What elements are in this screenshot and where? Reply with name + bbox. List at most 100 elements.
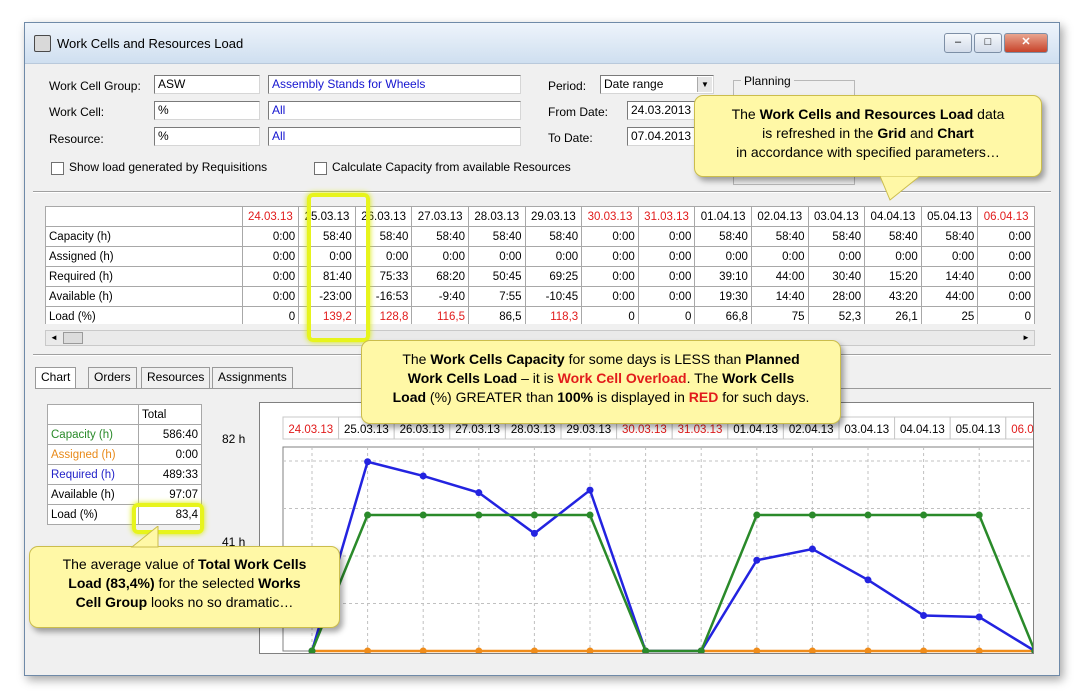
grid-cell[interactable]: 58:40 bbox=[807, 226, 866, 247]
grid-date-header[interactable]: 30.03.13 bbox=[581, 206, 639, 227]
grid-cell[interactable]: 28:00 bbox=[807, 286, 866, 307]
grid-cell[interactable]: 75 bbox=[750, 306, 809, 324]
grid-cell[interactable]: 0 bbox=[637, 306, 696, 324]
grid-cell[interactable]: 50:45 bbox=[467, 266, 526, 287]
period-select[interactable]: Date range ▼ bbox=[600, 75, 714, 94]
grid-cell[interactable]: 118,3 bbox=[524, 306, 583, 324]
grid-cell[interactable]: 0 bbox=[581, 306, 639, 324]
grid-date-header[interactable]: 06.04.13 bbox=[977, 206, 1035, 227]
grid-cell[interactable]: 0:00 bbox=[581, 266, 639, 287]
grid-cell[interactable]: 66,8 bbox=[694, 306, 752, 324]
grid-cell[interactable]: 0:00 bbox=[920, 246, 979, 267]
grid-cell[interactable]: 26,1 bbox=[864, 306, 922, 324]
chart-date-label: 05.04.13 bbox=[956, 424, 1001, 436]
scroll-thumb[interactable] bbox=[63, 332, 83, 344]
show-requisitions-checkbox[interactable] bbox=[51, 162, 64, 175]
to-date-field[interactable]: 07.04.2013 bbox=[627, 127, 699, 146]
grid-cell[interactable]: 0:00 bbox=[864, 246, 922, 267]
grid-cell[interactable]: 58:40 bbox=[920, 226, 979, 247]
grid-cell[interactable]: 19:30 bbox=[694, 286, 752, 307]
callout-average: The average value of Total Work Cells Lo… bbox=[29, 546, 340, 628]
grid-cell[interactable]: 58:40 bbox=[694, 226, 752, 247]
grid-cell[interactable]: 44:00 bbox=[920, 286, 979, 307]
grid-cell[interactable]: 0:00 bbox=[807, 246, 866, 267]
grid-cell[interactable]: 116,5 bbox=[411, 306, 469, 324]
work-cell-name-field[interactable]: All bbox=[268, 101, 521, 120]
grid-date-header[interactable]: 24.03.13 bbox=[241, 206, 300, 227]
grid-cell[interactable]: 58:40 bbox=[864, 226, 922, 247]
from-date-field[interactable]: 24.03.2013 bbox=[627, 101, 699, 120]
grid-cell[interactable]: 86,5 bbox=[467, 306, 526, 324]
grid-cell[interactable]: 0:00 bbox=[241, 246, 300, 267]
grid-cell[interactable]: 15:20 bbox=[864, 266, 922, 287]
grid-cell[interactable]: 0:00 bbox=[637, 246, 696, 267]
calc-capacity-checkbox[interactable] bbox=[314, 162, 327, 175]
grid-cell[interactable]: 0:00 bbox=[241, 226, 300, 247]
grid-cell[interactable]: 0:00 bbox=[977, 246, 1035, 267]
tab-resources[interactable]: Resources bbox=[141, 367, 211, 388]
grid-cell[interactable]: 0:00 bbox=[977, 226, 1035, 247]
grid-cell[interactable]: 0:00 bbox=[241, 286, 300, 307]
grid-cell[interactable]: 58:40 bbox=[750, 226, 809, 247]
grid-date-header[interactable]: 31.03.13 bbox=[637, 206, 696, 227]
grid-cell[interactable]: 0:00 bbox=[241, 266, 300, 287]
grid-cell[interactable]: 30:40 bbox=[807, 266, 866, 287]
grid-cell[interactable]: 0:00 bbox=[977, 266, 1035, 287]
grid-cell[interactable]: 0:00 bbox=[581, 286, 639, 307]
work-cell-code-field[interactable]: % bbox=[154, 101, 260, 120]
grid-cell[interactable]: 0 bbox=[241, 306, 300, 324]
grid-cell[interactable]: 58:40 bbox=[411, 226, 469, 247]
grid-cell[interactable]: 7:55 bbox=[467, 286, 526, 307]
grid-cell[interactable]: -9:40 bbox=[411, 286, 469, 307]
grid-date-header[interactable]: 05.04.13 bbox=[920, 206, 979, 227]
grid-cell[interactable]: 0:00 bbox=[411, 246, 469, 267]
grid-cell[interactable]: 0 bbox=[977, 306, 1035, 324]
grid-cell[interactable]: 43:20 bbox=[864, 286, 922, 307]
chart-point bbox=[808, 511, 816, 519]
scroll-right-arrow-icon[interactable]: ► bbox=[1019, 332, 1033, 344]
resource-name-field[interactable]: All bbox=[268, 127, 521, 146]
grid-date-header[interactable]: 02.04.13 bbox=[750, 206, 809, 227]
resource-code-field[interactable]: % bbox=[154, 127, 260, 146]
totals-row-label: Capacity (h) bbox=[47, 424, 139, 445]
grid-cell[interactable]: 58:40 bbox=[524, 226, 583, 247]
grid-cell[interactable]: 0:00 bbox=[637, 266, 696, 287]
grid-cell[interactable]: 44:00 bbox=[750, 266, 809, 287]
grid-cell[interactable]: 0:00 bbox=[694, 246, 752, 267]
minimize-button[interactable]: – bbox=[944, 33, 972, 53]
tab-chart[interactable]: Chart bbox=[35, 367, 77, 389]
grid-cell[interactable]: 58:40 bbox=[467, 226, 526, 247]
grid-date-header[interactable]: 01.04.13 bbox=[694, 206, 752, 227]
scroll-left-arrow-icon[interactable]: ◄ bbox=[47, 332, 61, 344]
grid-cell[interactable]: 52,3 bbox=[807, 306, 866, 324]
work-cell-group-code-field[interactable]: ASW bbox=[154, 75, 260, 94]
grid-date-header[interactable]: 29.03.13 bbox=[524, 206, 583, 227]
grid-cell[interactable]: 0:00 bbox=[637, 286, 696, 307]
maximize-button[interactable]: □ bbox=[974, 33, 1002, 53]
grid-cell[interactable]: 69:25 bbox=[524, 266, 583, 287]
grid-cell[interactable]: 39:10 bbox=[694, 266, 752, 287]
grid-cell[interactable]: 0:00 bbox=[750, 246, 809, 267]
grid-cell[interactable]: -10:45 bbox=[524, 286, 583, 307]
grid-date-header[interactable]: 04.04.13 bbox=[864, 206, 922, 227]
grid-cell[interactable]: 0:00 bbox=[977, 286, 1035, 307]
tab-assignments[interactable]: Assignments bbox=[212, 367, 293, 388]
tab-orders[interactable]: Orders bbox=[88, 367, 137, 388]
grid-cell[interactable]: 68:20 bbox=[411, 266, 469, 287]
grid-cell[interactable]: 14:40 bbox=[920, 266, 979, 287]
grid-cell[interactable]: 25 bbox=[920, 306, 979, 324]
calc-capacity-label: Calculate Capacity from available Resour… bbox=[332, 160, 571, 174]
grid-date-header[interactable]: 03.04.13 bbox=[807, 206, 866, 227]
grid-cell[interactable]: 0:00 bbox=[581, 226, 639, 247]
grid-cell[interactable]: 0:00 bbox=[637, 226, 696, 247]
grid-cell[interactable]: 0:00 bbox=[524, 246, 583, 267]
work-cell-label: Work Cell: bbox=[49, 105, 105, 119]
chevron-down-icon[interactable]: ▼ bbox=[697, 77, 712, 92]
work-cell-group-name-field[interactable]: Assembly Stands for Wheels bbox=[268, 75, 521, 94]
grid-cell[interactable]: 0:00 bbox=[581, 246, 639, 267]
grid-date-header[interactable]: 27.03.13 bbox=[411, 206, 469, 227]
grid-cell[interactable]: 14:40 bbox=[750, 286, 809, 307]
close-button[interactable]: ✕ bbox=[1004, 33, 1048, 53]
grid-cell[interactable]: 0:00 bbox=[467, 246, 526, 267]
grid-date-header[interactable]: 28.03.13 bbox=[467, 206, 526, 227]
